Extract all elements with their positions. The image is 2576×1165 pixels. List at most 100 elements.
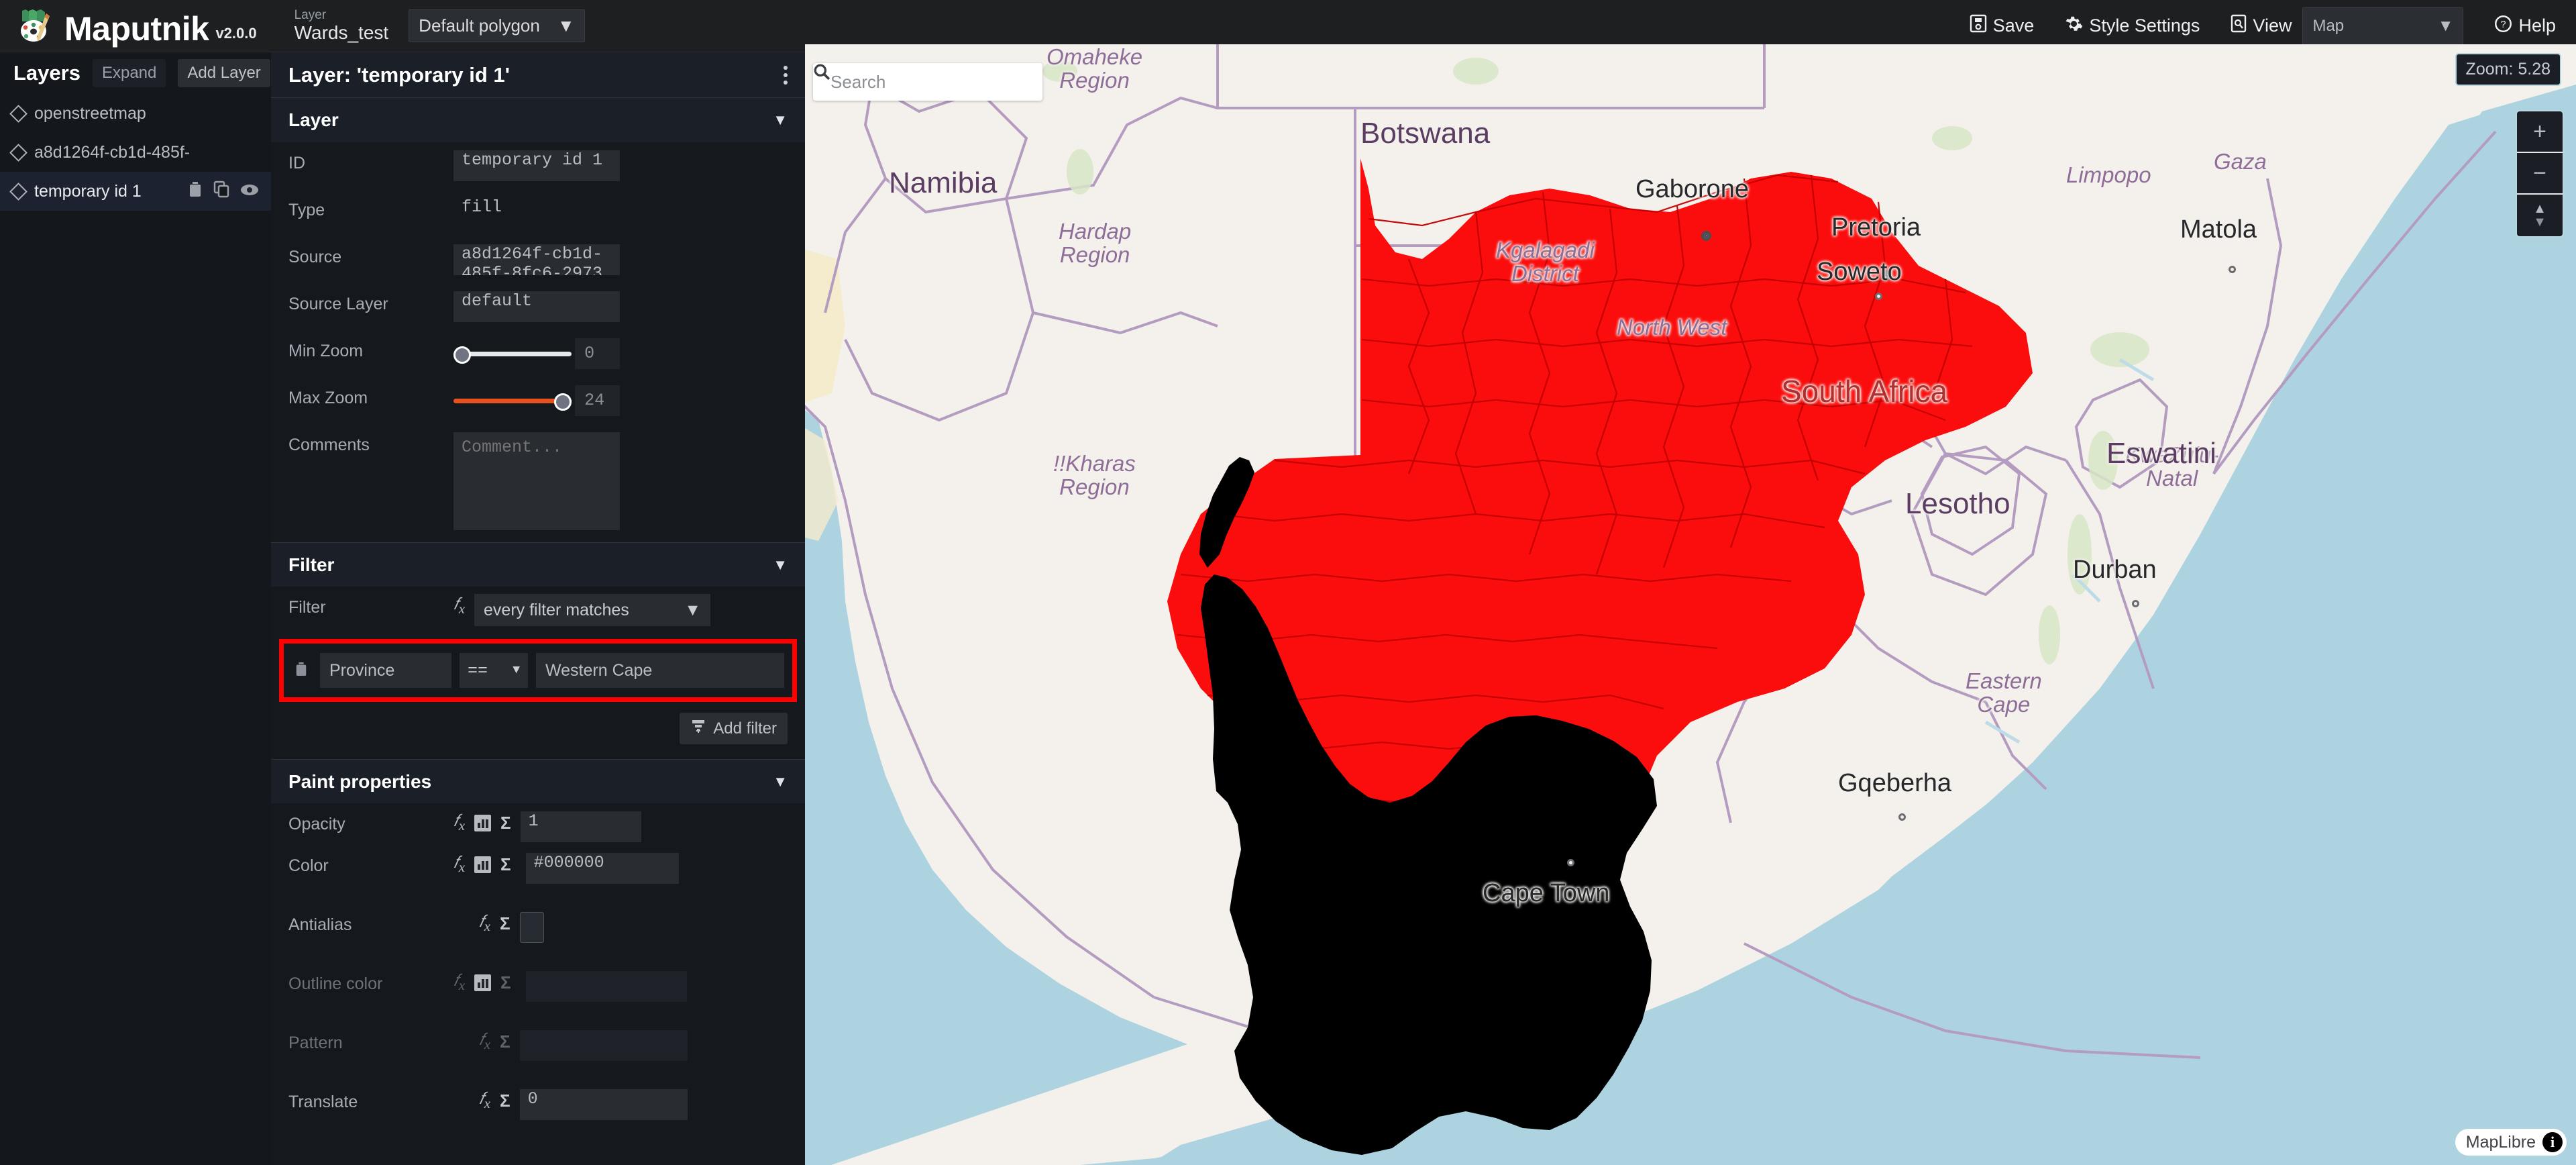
add-filter-button[interactable]: Add filter [680,713,788,744]
slider-knob[interactable] [453,346,471,364]
fx-icon[interactable]: 𝑓x [479,913,490,935]
map-canvas[interactable]: Omaheke Region Namibia Botswana Hardap Reg… [805,44,2576,1165]
field-filter-combiner: Filter 𝑓x every filter matches ▼ [271,587,805,634]
outline-color-input[interactable] [525,971,687,1002]
translate-input[interactable]: 0 [519,1089,688,1120]
field-label: Opacity [288,815,345,833]
topbar-actions: Save Style Settings View Map ▼ ? Help [1970,7,2576,45]
eye-icon[interactable] [240,182,259,201]
sigma-icon[interactable]: Σ [500,854,511,875]
paint-fn-icons: 𝑓x Σ [479,1022,511,1053]
opacity-input[interactable]: 1 [520,811,641,842]
sigma-icon[interactable]: Σ [500,972,511,993]
copy-icon[interactable] [213,181,229,203]
section-header-layer[interactable]: Layer ▼ [271,98,805,142]
max-zoom-value[interactable]: 24 [575,385,620,416]
help-button[interactable]: ? Help [2494,15,2556,38]
current-layer-caption: Layer [294,7,327,22]
style-preset-select[interactable]: Default polygon ▼ [409,9,585,42]
min-zoom-slider-wrap: 0 [453,338,620,369]
style-settings-button[interactable]: Style Settings [2065,15,2200,38]
zoom-fn-icon[interactable] [474,815,492,831]
zoom-out-button[interactable]: − [2517,153,2563,195]
sigma-icon[interactable]: Σ [500,913,511,934]
filter-property-input[interactable]: Province [320,653,451,688]
min-zoom-value[interactable]: 0 [575,338,620,369]
map-search-box[interactable]: Search [813,63,1042,101]
view-button[interactable]: View [2231,14,2292,38]
paint-fn-icons: 𝑓x Σ [453,803,511,834]
zoom-in-button[interactable]: + [2517,111,2563,153]
max-zoom-slider[interactable] [453,385,572,416]
sidebar-item-temporary-id-1[interactable]: temporary id 1 [0,172,271,211]
field-label: Source [288,248,342,266]
sigma-icon[interactable]: Σ [500,813,511,833]
save-disk-icon [1970,14,1987,38]
id-input[interactable]: temporary id 1 [453,150,620,181]
attribution-label: MapLibre [2465,1132,2536,1152]
antialias-checkbox[interactable] [519,912,544,943]
map-attribution[interactable]: MapLibre i [2455,1129,2567,1156]
section-header-filter[interactable]: Filter ▼ [271,542,805,587]
field-label: Type [288,201,325,219]
field-max-zoom: Max Zoom 24 [271,377,805,424]
zoom-fn-icon[interactable] [474,856,492,873]
slider-knob[interactable] [554,393,572,411]
field-label: Outline color [288,974,383,993]
properties-header: Layer: 'temporary id 1' [271,52,805,98]
field-label: Pattern [288,1033,343,1052]
chevron-down-icon: ▼ [2437,16,2454,35]
fx-icon[interactable]: 𝑓x [453,812,465,834]
filter-fx-group: 𝑓x [453,587,465,617]
field-id: ID temporary id 1 [271,142,805,189]
source-layer-input[interactable]: default [453,291,620,322]
field-label: Min Zoom [288,342,364,360]
info-icon[interactable]: i [2542,1132,2563,1152]
layer-label: temporary id 1 [34,181,142,201]
more-vertical-icon[interactable] [784,65,788,85]
sigma-icon[interactable]: Σ [500,1091,511,1111]
view-mode-select[interactable]: Map ▼ [2302,7,2464,45]
city-dot [1567,859,1574,866]
question-circle-icon: ? [2494,15,2512,38]
chevron-down-icon: ▼ [684,600,702,619]
fx-icon[interactable]: 𝑓x [453,595,465,617]
slider-track [453,352,572,356]
brand: Maputnik v2.0.0 [16,7,257,46]
pitch-toggle-button[interactable]: ▲ ▼ [2517,195,2563,236]
zoom-fn-icon[interactable] [474,974,492,991]
source-input[interactable]: a8d1264f-cb1d-485f-8fc6-2973 [453,244,620,275]
layer-label: a8d1264f-cb1d-485f- [34,142,191,162]
pattern-input[interactable] [519,1030,688,1061]
expand-button[interactable]: Expand [92,59,166,87]
color-input[interactable]: #000000 [525,853,679,884]
filter-value-input[interactable]: Western Cape [536,653,784,688]
trash-icon[interactable] [188,181,203,203]
fx-icon[interactable]: 𝑓x [453,854,465,876]
diamond-icon [9,104,28,123]
paint-row-pattern: Pattern 𝑓x Σ [271,1022,805,1081]
trash-icon[interactable] [294,660,308,681]
field-type: Type fill [271,189,805,236]
save-button[interactable]: Save [1970,14,2034,38]
add-layer-button[interactable]: Add Layer [178,59,270,87]
fx-icon[interactable]: 𝑓x [453,972,465,994]
sigma-icon[interactable]: Σ [500,1031,511,1052]
section-header-paint[interactable]: Paint properties ▼ [271,759,805,803]
filter-combiner-select[interactable]: every filter matches ▼ [474,594,711,626]
comments-input[interactable] [453,432,620,530]
filter-operator-select[interactable]: == ▼ [460,653,528,688]
filter-combiner-row: every filter matches ▼ [474,587,711,626]
fx-icon[interactable]: 𝑓x [479,1090,490,1112]
triangle-down-icon: ▼ [2533,215,2546,230]
field-source: Source a8d1264f-cb1d-485f-8fc6-2973 [271,236,805,283]
sidebar-item-source-layer[interactable]: a8d1264f-cb1d-485f- [0,133,271,172]
min-zoom-slider[interactable] [453,338,572,369]
zoom-readout: Zoom: 5.28 [2455,53,2561,86]
field-label: Translate [288,1093,358,1111]
section-title: Filter [288,554,335,575]
fx-icon[interactable]: 𝑓x [479,1031,490,1053]
sidebar-item-openstreetmap[interactable]: openstreetmap [0,94,271,133]
map-zoom-controls: + − ▲ ▼ [2516,110,2564,238]
type-value: fill [462,197,502,217]
